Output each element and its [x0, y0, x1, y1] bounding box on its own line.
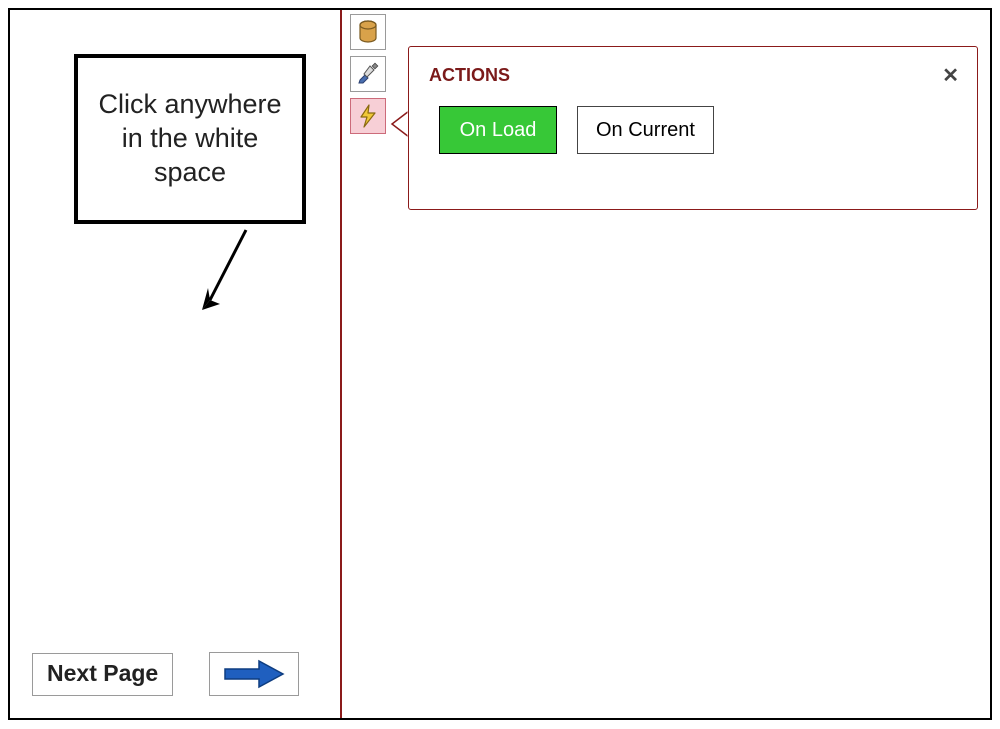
design-icon	[356, 62, 380, 86]
actions-title: ACTIONS	[409, 47, 977, 94]
instruction-text: Click anywhere in the white space	[88, 88, 292, 189]
next-page-button[interactable]: Next Page	[32, 653, 173, 696]
on-load-button[interactable]: On Load	[439, 106, 557, 154]
close-panel-button[interactable]: ✕	[942, 63, 959, 88]
next-arrow-button[interactable]	[209, 652, 299, 696]
app-frame: Click anywhere in the white space Next P…	[8, 8, 992, 720]
actions-tool-button[interactable]	[350, 98, 386, 134]
panel-pointer-icon	[390, 110, 410, 138]
action-buttons-row: On Load On Current	[409, 94, 977, 166]
database-tool-button[interactable]	[350, 14, 386, 50]
database-icon	[357, 20, 379, 44]
on-current-label: On Current	[596, 119, 695, 142]
on-current-button[interactable]: On Current	[577, 106, 714, 154]
next-page-label: Next Page	[47, 660, 158, 686]
actions-panel: ACTIONS ✕ On Load On Current	[408, 46, 978, 210]
left-pane[interactable]: Click anywhere in the white space Next P…	[10, 10, 342, 718]
on-load-label: On Load	[460, 119, 537, 142]
side-toolbar	[350, 14, 386, 134]
bottom-controls: Next Page	[32, 652, 299, 696]
instruction-callout: Click anywhere in the white space	[74, 54, 306, 224]
arrow-right-icon	[223, 659, 285, 689]
design-tool-button[interactable]	[350, 56, 386, 92]
pointer-arrow-icon	[180, 222, 270, 322]
lightning-icon	[357, 103, 379, 129]
